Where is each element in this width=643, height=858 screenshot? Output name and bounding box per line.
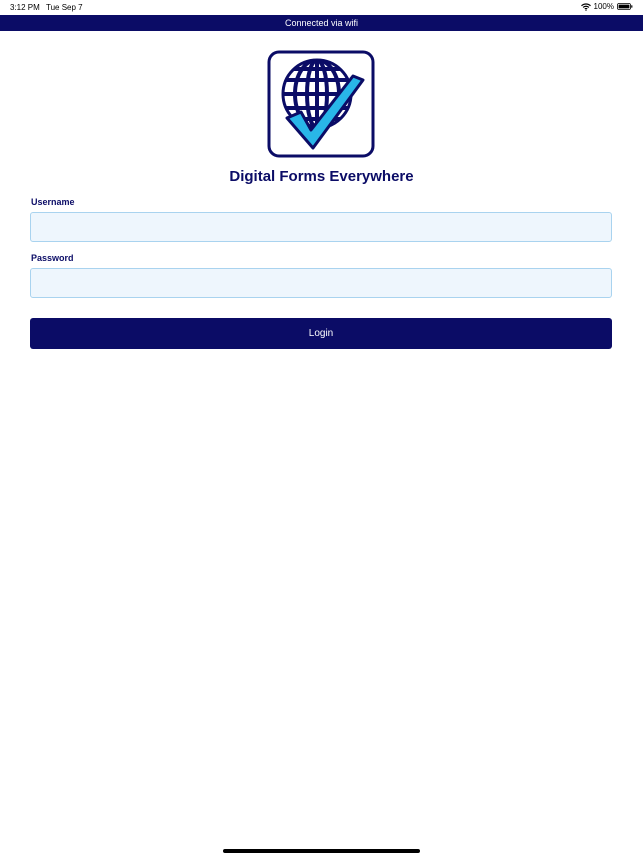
connection-banner: Connected via wifi <box>0 15 643 31</box>
username-input[interactable] <box>30 212 612 242</box>
battery-percent: 100% <box>593 2 614 11</box>
status-bar: 3:12 PM Tue Sep 7 100% <box>0 0 643 15</box>
status-indicators: 100% <box>580 2 633 11</box>
username-label: Username <box>31 197 75 207</box>
battery-icon <box>617 3 633 10</box>
status-date: Tue Sep 7 <box>46 3 83 12</box>
password-input[interactable] <box>30 268 612 298</box>
app-title: Digital Forms Everywhere <box>229 168 414 185</box>
login-button[interactable]: Login <box>30 318 612 349</box>
home-indicator[interactable] <box>223 849 420 853</box>
status-time: 3:12 PM <box>10 3 40 12</box>
wifi-icon <box>580 2 591 11</box>
password-label: Password <box>31 253 74 263</box>
login-screen: 3:12 PM Tue Sep 7 100% Connected via wif… <box>0 0 643 858</box>
globe-checkmark-logo <box>267 50 375 158</box>
